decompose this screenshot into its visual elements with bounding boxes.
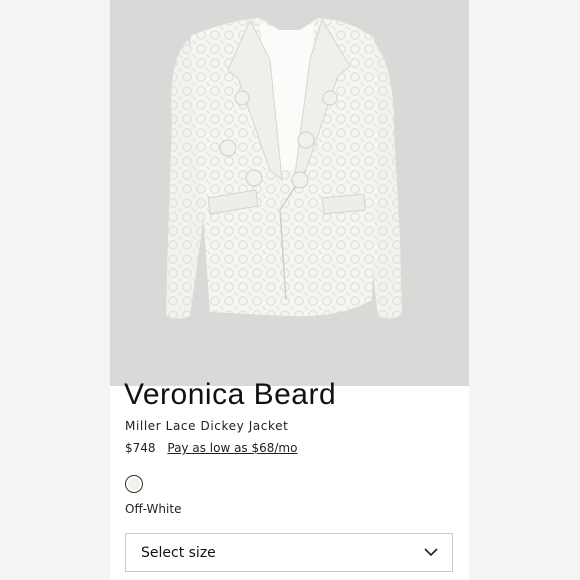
product-name: Miller Lace Dickey Jacket xyxy=(125,419,289,433)
right-margin-panel xyxy=(469,0,580,580)
installment-link[interactable]: Pay as low as $68/mo xyxy=(167,441,297,455)
product-image[interactable] xyxy=(110,0,469,386)
price-row: $748 Pay as low as $68/mo xyxy=(125,441,297,455)
brand-name: Veronica Beard xyxy=(124,378,337,411)
product-details: Veronica Beard Miller Lace Dickey Jacket… xyxy=(110,378,469,580)
size-select[interactable]: Select size xyxy=(125,533,453,572)
chevron-down-icon xyxy=(424,548,438,557)
size-select-label: Select size xyxy=(141,545,216,561)
color-name: Off-White xyxy=(125,502,182,516)
left-margin-panel xyxy=(0,0,110,580)
off-white-swatch[interactable] xyxy=(125,475,143,493)
price: $748 xyxy=(125,441,156,455)
lace-blazer-illustration xyxy=(110,0,469,386)
